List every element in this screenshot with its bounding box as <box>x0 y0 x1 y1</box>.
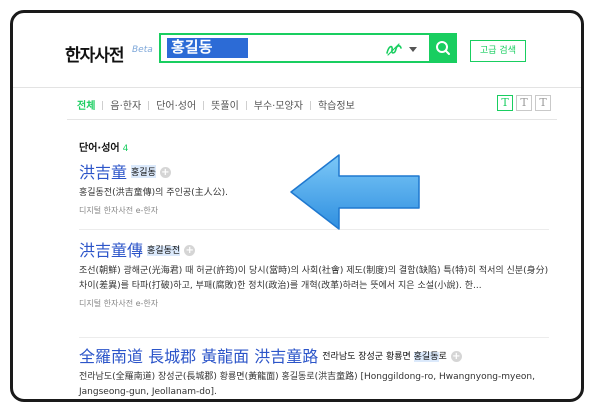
tab-radicals[interactable]: 부수·모양자 <box>254 97 303 112</box>
handwriting-icon[interactable] <box>385 41 403 57</box>
font-option-button[interactable]: T <box>516 95 532 111</box>
entry-hanja[interactable]: 洪吉童 <box>79 163 127 182</box>
tab-underline <box>67 119 557 120</box>
logo-beta-badge: Beta <box>132 45 153 55</box>
search-icon <box>436 41 450 55</box>
tab-study-info[interactable]: 학습정보 <box>318 97 355 112</box>
tab-divider <box>102 101 104 110</box>
tab-all[interactable]: 전체 <box>77 97 95 112</box>
search-box[interactable] <box>159 33 457 63</box>
section-title-label: 단어·성어 <box>79 143 120 154</box>
entry-reading: 홍길동 <box>131 165 156 178</box>
tab-words-idioms[interactable]: 단어·성어 <box>156 97 196 112</box>
list-item: 全羅南道 長城郡 黃龍面 洪吉童路 전라남도 장성군 황룡면 홍길동로 + 전라남도… <box>79 343 549 399</box>
entry-reading: 전라남도 장성군 황룡면 홍길동로 <box>322 349 447 362</box>
entry-reading-highlight: 홍길동전 <box>147 246 181 256</box>
header: 한자사전 Beta 고급 검색 <box>13 13 581 88</box>
tab-divider <box>148 101 150 110</box>
entry-hanja[interactable]: 洪吉童傳 <box>79 241 143 260</box>
chevron-down-icon[interactable] <box>409 47 417 52</box>
tab-divider <box>203 101 205 110</box>
browser-frame: 한자사전 Beta 고급 검색 전체음·한자단어·성어뜻풀이부수·모양자학습정보… <box>10 10 584 402</box>
section-count: 4 <box>122 144 129 154</box>
divider <box>79 337 549 338</box>
entry-description: 조선(朝鮮) 광해군(光海君) 때 허균(許筠)이 당시(當時)의 사회(社會)… <box>79 266 549 291</box>
tab-bar: 전체 음·한자 단어·성어 뜻풀이 부수·모양자 학습정보 <box>77 97 355 115</box>
search-button[interactable] <box>429 33 457 63</box>
entry-hanja[interactable]: 全羅南道 長城郡 黃龍面 洪吉童路 <box>79 347 318 366</box>
tab-meanings[interactable]: 뜻풀이 <box>211 97 239 112</box>
arrow-left-icon <box>290 154 420 230</box>
entry-reading: 홍길동전 <box>147 243 181 256</box>
plus-icon[interactable]: + <box>450 351 462 362</box>
entry-description: 전라남도(全羅南道) 장성군(長城郡) 황룡면(黃龍面) 홍길동로(洪吉童路) … <box>79 372 535 397</box>
logo[interactable]: 한자사전 <box>65 41 125 66</box>
entry-reading-highlight: 홍길동 <box>413 352 439 362</box>
tab-divider <box>309 101 311 110</box>
entry-reading-suffix: 로 <box>438 352 447 362</box>
font-option-button[interactable]: T <box>535 95 551 111</box>
section-title: 단어·성어 4 <box>79 139 128 154</box>
advanced-search-button[interactable]: 고급 검색 <box>470 40 526 62</box>
tab-divider <box>245 101 247 110</box>
entry-source: 디지털 한자사전 e-한자 <box>79 299 159 308</box>
search-input[interactable] <box>167 38 248 58</box>
list-item: 洪吉童傳 홍길동전 + 조선(朝鮮) 광해군(光海君) 때 허균(許筠)이 당시(當… <box>79 237 549 309</box>
entry-reading-prefix: 전라남도 장성군 황룡면 <box>322 352 414 362</box>
plus-icon[interactable]: + <box>159 167 171 178</box>
tab-reading-hanja[interactable]: 음·한자 <box>110 97 141 112</box>
plus-icon[interactable]: + <box>184 245 196 256</box>
font-option-button[interactable]: T <box>497 95 513 111</box>
